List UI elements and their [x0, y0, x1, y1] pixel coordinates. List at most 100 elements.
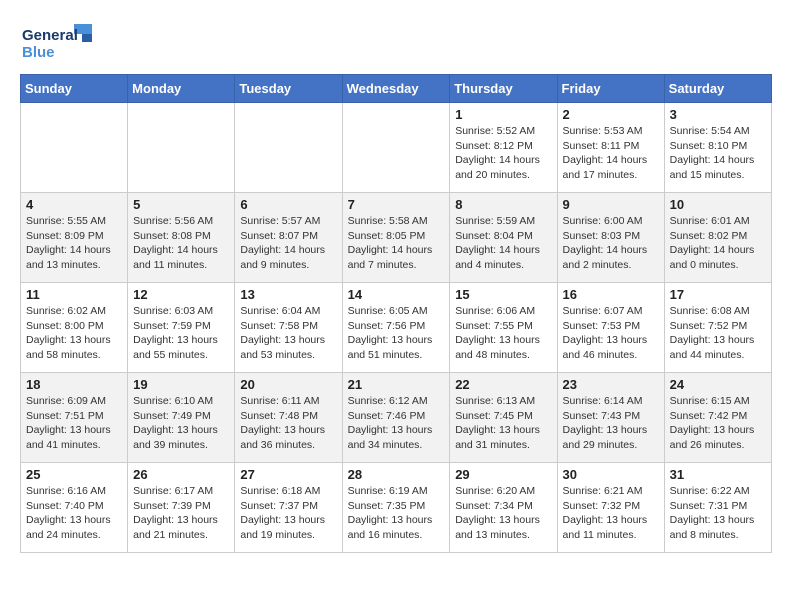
day-number: 29 [455, 467, 551, 482]
calendar-cell: 19 Sunrise: 6:10 AM Sunset: 7:49 PM Dayli… [128, 373, 235, 463]
calendar-cell: 8 Sunrise: 5:59 AM Sunset: 8:04 PM Daylig… [450, 193, 557, 283]
calendar-cell: 25 Sunrise: 6:16 AM Sunset: 7:40 PM Dayli… [21, 463, 128, 553]
calendar-cell: 29 Sunrise: 6:20 AM Sunset: 7:34 PM Dayli… [450, 463, 557, 553]
day-number: 20 [240, 377, 336, 392]
svg-text:Blue: Blue [22, 44, 55, 61]
day-number: 4 [26, 197, 122, 212]
day-number: 11 [26, 287, 122, 302]
general-blue-logo: General Blue [20, 20, 100, 64]
day-info: Sunrise: 6:18 AM Sunset: 7:37 PM Dayligh… [240, 484, 336, 543]
day-info: Sunrise: 6:10 AM Sunset: 7:49 PM Dayligh… [133, 394, 229, 453]
day-number: 9 [563, 197, 659, 212]
day-info: Sunrise: 6:15 AM Sunset: 7:42 PM Dayligh… [670, 394, 766, 453]
calendar-cell: 7 Sunrise: 5:58 AM Sunset: 8:05 PM Daylig… [342, 193, 450, 283]
day-number: 18 [26, 377, 122, 392]
header-day-friday: Friday [557, 75, 664, 103]
day-number: 23 [563, 377, 659, 392]
header-row: SundayMondayTuesdayWednesdayThursdayFrid… [21, 75, 772, 103]
calendar-cell: 10 Sunrise: 6:01 AM Sunset: 8:02 PM Dayli… [664, 193, 771, 283]
day-number: 27 [240, 467, 336, 482]
day-info: Sunrise: 5:58 AM Sunset: 8:05 PM Dayligh… [348, 214, 445, 273]
day-number: 1 [455, 107, 551, 122]
day-info: Sunrise: 6:01 AM Sunset: 8:02 PM Dayligh… [670, 214, 766, 273]
day-info: Sunrise: 6:07 AM Sunset: 7:53 PM Dayligh… [563, 304, 659, 363]
day-info: Sunrise: 6:06 AM Sunset: 7:55 PM Dayligh… [455, 304, 551, 363]
day-info: Sunrise: 6:08 AM Sunset: 7:52 PM Dayligh… [670, 304, 766, 363]
day-info: Sunrise: 6:02 AM Sunset: 8:00 PM Dayligh… [26, 304, 122, 363]
day-number: 24 [670, 377, 766, 392]
day-number: 22 [455, 377, 551, 392]
calendar-cell: 15 Sunrise: 6:06 AM Sunset: 7:55 PM Dayli… [450, 283, 557, 373]
day-number: 19 [133, 377, 229, 392]
day-info: Sunrise: 6:16 AM Sunset: 7:40 PM Dayligh… [26, 484, 122, 543]
calendar-cell: 1 Sunrise: 5:52 AM Sunset: 8:12 PM Daylig… [450, 103, 557, 193]
calendar-cell: 14 Sunrise: 6:05 AM Sunset: 7:56 PM Dayli… [342, 283, 450, 373]
calendar-table: SundayMondayTuesdayWednesdayThursdayFrid… [20, 74, 772, 553]
calendar-week-4: 18 Sunrise: 6:09 AM Sunset: 7:51 PM Dayli… [21, 373, 772, 463]
header-day-thursday: Thursday [450, 75, 557, 103]
day-number: 6 [240, 197, 336, 212]
day-number: 13 [240, 287, 336, 302]
day-number: 14 [348, 287, 445, 302]
day-number: 12 [133, 287, 229, 302]
calendar-cell: 28Sunrise: 6:19 AM Sunset: 7:35 PM Dayli… [342, 463, 450, 553]
calendar-week-3: 11 Sunrise: 6:02 AM Sunset: 8:00 PM Dayli… [21, 283, 772, 373]
day-number: 8 [455, 197, 551, 212]
calendar-body: 1 Sunrise: 5:52 AM Sunset: 8:12 PM Daylig… [21, 103, 772, 553]
calendar-cell: 5Sunrise: 5:56 AM Sunset: 8:08 PM Daylig… [128, 193, 235, 283]
day-number: 16 [563, 287, 659, 302]
calendar-week-2: 4Sunrise: 5:55 AM Sunset: 8:09 PM Daylig… [21, 193, 772, 283]
day-info: Sunrise: 6:12 AM Sunset: 7:46 PM Dayligh… [348, 394, 445, 453]
day-number: 15 [455, 287, 551, 302]
day-info: Sunrise: 6:19 AM Sunset: 7:35 PM Dayligh… [348, 484, 445, 543]
header-day-monday: Monday [128, 75, 235, 103]
calendar-cell: 17 Sunrise: 6:08 AM Sunset: 7:52 PM Dayli… [664, 283, 771, 373]
day-number: 10 [670, 197, 766, 212]
day-info: Sunrise: 6:17 AM Sunset: 7:39 PM Dayligh… [133, 484, 229, 543]
calendar-cell: 18 Sunrise: 6:09 AM Sunset: 7:51 PM Dayli… [21, 373, 128, 463]
calendar-cell: 2 Sunrise: 5:53 AM Sunset: 8:11 PM Daylig… [557, 103, 664, 193]
calendar-header: SundayMondayTuesdayWednesdayThursdayFrid… [21, 75, 772, 103]
calendar-cell: 26Sunrise: 6:17 AM Sunset: 7:39 PM Dayli… [128, 463, 235, 553]
day-number: 7 [348, 197, 445, 212]
svg-text:General: General [22, 27, 78, 44]
day-info: Sunrise: 6:09 AM Sunset: 7:51 PM Dayligh… [26, 394, 122, 453]
calendar-cell: 13Sunrise: 6:04 AM Sunset: 7:58 PM Dayli… [235, 283, 342, 373]
calendar-cell: 12 Sunrise: 6:03 AM Sunset: 7:59 PM Dayli… [128, 283, 235, 373]
calendar-cell: 16 Sunrise: 6:07 AM Sunset: 7:53 PM Dayli… [557, 283, 664, 373]
calendar-cell: 20 Sunrise: 6:11 AM Sunset: 7:48 PM Dayli… [235, 373, 342, 463]
day-info: Sunrise: 6:14 AM Sunset: 7:43 PM Dayligh… [563, 394, 659, 453]
calendar-cell: 22 Sunrise: 6:13 AM Sunset: 7:45 PM Dayli… [450, 373, 557, 463]
calendar-cell: 27 Sunrise: 6:18 AM Sunset: 7:37 PM Dayli… [235, 463, 342, 553]
day-info: Sunrise: 6:13 AM Sunset: 7:45 PM Dayligh… [455, 394, 551, 453]
page-header: General Blue [20, 20, 772, 64]
calendar-cell: 6 Sunrise: 5:57 AM Sunset: 8:07 PM Daylig… [235, 193, 342, 283]
calendar-cell [235, 103, 342, 193]
day-info: Sunrise: 6:05 AM Sunset: 7:56 PM Dayligh… [348, 304, 445, 363]
day-number: 30 [563, 467, 659, 482]
calendar-week-1: 1 Sunrise: 5:52 AM Sunset: 8:12 PM Daylig… [21, 103, 772, 193]
day-info: Sunrise: 5:57 AM Sunset: 8:07 PM Dayligh… [240, 214, 336, 273]
day-info: Sunrise: 5:52 AM Sunset: 8:12 PM Dayligh… [455, 124, 551, 183]
calendar-cell: 23 Sunrise: 6:14 AM Sunset: 7:43 PM Dayli… [557, 373, 664, 463]
day-number: 2 [563, 107, 659, 122]
day-info: Sunrise: 5:53 AM Sunset: 8:11 PM Dayligh… [563, 124, 659, 183]
day-number: 3 [670, 107, 766, 122]
day-info: Sunrise: 5:54 AM Sunset: 8:10 PM Dayligh… [670, 124, 766, 183]
day-number: 31 [670, 467, 766, 482]
day-info: Sunrise: 6:21 AM Sunset: 7:32 PM Dayligh… [563, 484, 659, 543]
calendar-cell [128, 103, 235, 193]
day-info: Sunrise: 5:59 AM Sunset: 8:04 PM Dayligh… [455, 214, 551, 273]
calendar-cell: 4Sunrise: 5:55 AM Sunset: 8:09 PM Daylig… [21, 193, 128, 283]
calendar-cell: 11 Sunrise: 6:02 AM Sunset: 8:00 PM Dayli… [21, 283, 128, 373]
day-info: Sunrise: 6:20 AM Sunset: 7:34 PM Dayligh… [455, 484, 551, 543]
day-info: Sunrise: 6:00 AM Sunset: 8:03 PM Dayligh… [563, 214, 659, 273]
day-number: 25 [26, 467, 122, 482]
calendar-cell: 21Sunrise: 6:12 AM Sunset: 7:46 PM Dayli… [342, 373, 450, 463]
day-info: Sunrise: 6:11 AM Sunset: 7:48 PM Dayligh… [240, 394, 336, 453]
day-info: Sunrise: 6:22 AM Sunset: 7:31 PM Dayligh… [670, 484, 766, 543]
day-number: 17 [670, 287, 766, 302]
header-day-sunday: Sunday [21, 75, 128, 103]
calendar-cell: 31 Sunrise: 6:22 AM Sunset: 7:31 PM Dayli… [664, 463, 771, 553]
day-info: Sunrise: 6:03 AM Sunset: 7:59 PM Dayligh… [133, 304, 229, 363]
